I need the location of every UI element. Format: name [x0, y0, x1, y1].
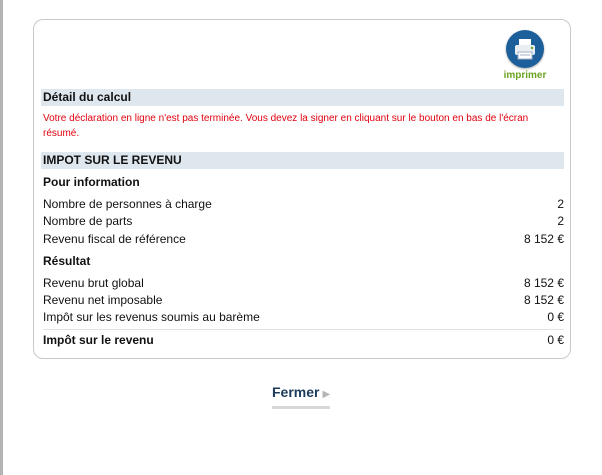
row-value: 0 €: [547, 310, 564, 324]
resultat-subtitle: Résultat: [43, 254, 91, 268]
row-label: Nombre de personnes à charge: [43, 197, 212, 211]
resultat-row: Revenu net imposable 8 152 €: [43, 292, 564, 309]
arrow-right-icon: ▶: [322, 389, 331, 400]
detail-header: Détail du calcul: [41, 89, 564, 106]
row-value: 8 152 €: [523, 232, 564, 246]
row-label: Nombre de parts: [43, 214, 133, 228]
row-label: Revenu brut global: [43, 276, 144, 290]
divider: [43, 329, 564, 330]
print-button[interactable]: imprimer: [499, 30, 551, 84]
info-subtitle: Pour information: [43, 175, 140, 189]
row-value: 2: [557, 214, 564, 228]
total-label: Impôt sur le revenu: [43, 333, 154, 347]
close-label: Fermer: [272, 384, 320, 400]
resultat-row: Revenu brut global 8 152 €: [43, 275, 564, 292]
row-value: 8 152 €: [523, 293, 564, 307]
warning-message: Votre déclaration en ligne n'est pas ter…: [43, 113, 529, 139]
left-border: [0, 0, 3, 475]
row-label: Revenu fiscal de référence: [43, 232, 186, 246]
info-row: Revenu fiscal de référence 8 152 €: [43, 231, 564, 248]
row-value: 2: [557, 197, 564, 211]
row-value: 8 152 €: [523, 276, 564, 290]
print-label: imprimer: [503, 70, 547, 81]
total-value: 0 €: [547, 333, 564, 347]
impot-header: IMPOT SUR LE REVENU: [41, 152, 564, 169]
info-row: Nombre de parts 2: [43, 213, 564, 230]
resultat-row: Impôt sur les revenus soumis au barème 0…: [43, 309, 564, 326]
info-row: Nombre de personnes à charge 2: [43, 196, 564, 213]
close-button[interactable]: Fermer ▶: [272, 384, 331, 409]
row-label: Impôt sur les revenus soumis au barème: [43, 310, 260, 324]
row-label: Revenu net imposable: [43, 293, 163, 307]
total-row: Impôt sur le revenu 0 €: [43, 332, 564, 349]
calculation-panel: imprimer Détail du calcul Votre déclarat…: [33, 19, 571, 359]
printer-icon: [506, 30, 544, 68]
